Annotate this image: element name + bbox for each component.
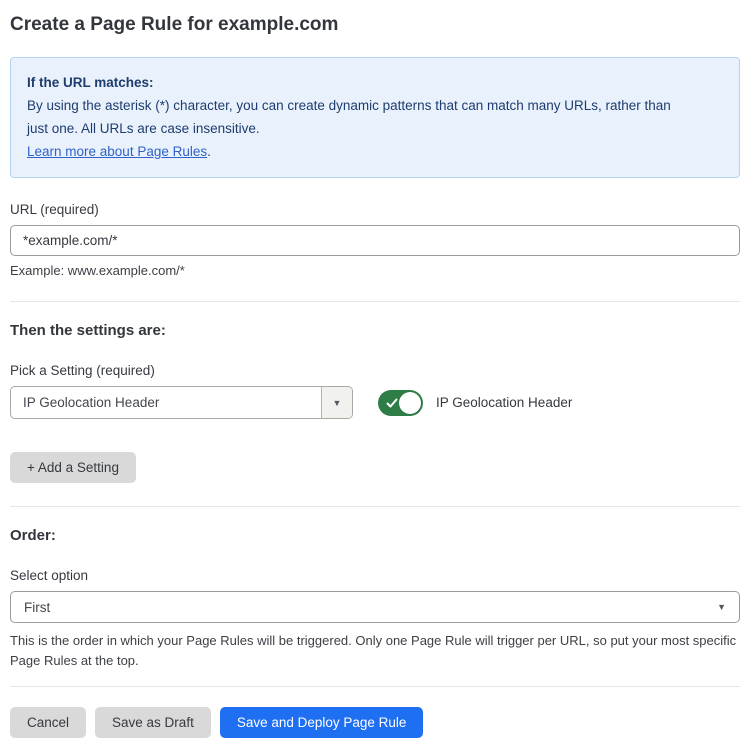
chevron-down-icon: ▼ <box>717 602 726 612</box>
pick-setting-label: Pick a Setting (required) <box>10 363 740 378</box>
save-and-deploy-button[interactable]: Save and Deploy Page Rule <box>220 707 424 738</box>
setting-select[interactable]: IP Geolocation Header ▼ <box>10 386 353 419</box>
order-select[interactable]: First ▼ <box>10 591 740 623</box>
save-as-draft-button[interactable]: Save as Draft <box>95 707 211 738</box>
info-box-heading: If the URL matches: <box>27 71 723 94</box>
link-suffix: . <box>207 144 211 159</box>
divider <box>10 301 740 302</box>
url-field-label: URL (required) <box>10 202 740 217</box>
info-box-link-row: Learn more about Page Rules. <box>27 140 723 163</box>
check-icon <box>386 397 398 412</box>
toggle-label: IP Geolocation Header <box>436 395 572 410</box>
order-select-value: First <box>24 600 717 615</box>
order-select-label: Select option <box>10 568 740 583</box>
setting-select-value: IP Geolocation Header <box>11 387 321 418</box>
add-setting-button[interactable]: + Add a Setting <box>10 452 136 483</box>
setting-row: IP Geolocation Header ▼ IP Geolocation H… <box>10 386 740 419</box>
ip-geolocation-toggle[interactable] <box>378 390 423 416</box>
url-field-helper: Example: www.example.com/* <box>10 263 740 278</box>
cancel-button[interactable]: Cancel <box>10 707 86 738</box>
footer-actions: Cancel Save as Draft Save and Deploy Pag… <box>10 707 740 738</box>
order-section-heading: Order: <box>10 527 740 544</box>
page-title: Create a Page Rule for example.com <box>10 14 740 36</box>
setting-select-arrow-button[interactable]: ▼ <box>321 387 352 418</box>
toggle-knob <box>399 392 421 414</box>
url-match-info-box: If the URL matches: By using the asteris… <box>10 57 740 178</box>
order-helper-text: This is the order in which your Page Rul… <box>10 631 740 671</box>
info-box-body: By using the asterisk (*) character, you… <box>27 94 687 140</box>
url-input[interactable] <box>10 225 740 256</box>
settings-section-heading: Then the settings are: <box>10 322 740 339</box>
divider <box>10 506 740 507</box>
learn-more-link[interactable]: Learn more about Page Rules <box>27 144 207 159</box>
chevron-down-icon: ▼ <box>333 398 342 408</box>
